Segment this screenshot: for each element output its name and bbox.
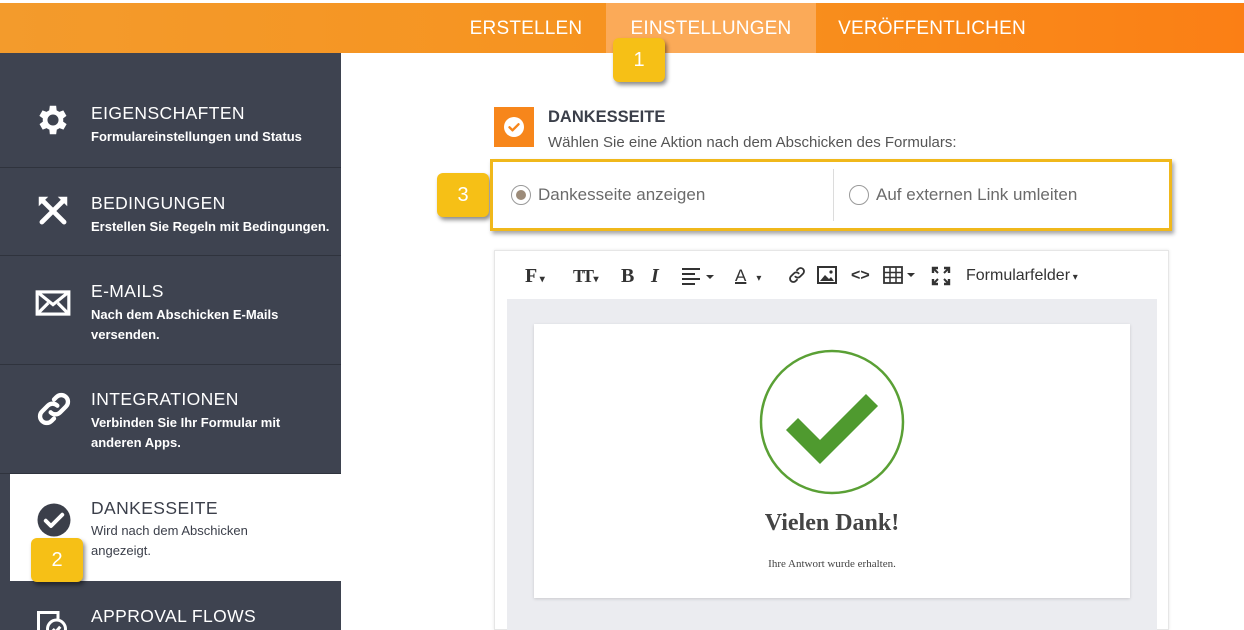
step-badge-2: 2 bbox=[31, 538, 83, 582]
link-icon bbox=[34, 389, 74, 429]
sidebar-item-eigenschaften[interactable]: EIGENSCHAFTEN Formulareinstellungen und … bbox=[0, 53, 341, 168]
check-circle-icon bbox=[36, 502, 76, 542]
sidebar-item-label: INTEGRATIONEN bbox=[91, 389, 239, 409]
radio-button-selected[interactable] bbox=[511, 185, 531, 205]
sidebar-item-bedingungen[interactable]: BEDINGUNGEN Erstellen Sie Regeln mit Bed… bbox=[0, 168, 341, 256]
step-badge-3: 3 bbox=[437, 173, 489, 217]
sidebar-item-label: BEDINGUNGEN bbox=[91, 193, 226, 213]
thankyou-action-options: Dankesseite anzeigen Auf externen Link u… bbox=[490, 159, 1172, 231]
tab-erstellen[interactable]: ERSTELLEN bbox=[460, 3, 592, 53]
sidebar-item-description: Erstellen Sie Regeln mit Bedingungen. bbox=[91, 219, 330, 234]
text-color-button[interactable]: A ▾ bbox=[735, 265, 761, 287]
section-title: DANKESSEITE bbox=[548, 108, 666, 126]
envelope-icon bbox=[34, 284, 74, 324]
fullscreen-icon[interactable] bbox=[931, 266, 951, 288]
editor-content-area[interactable]: Vielen Dank! Ihre Antwort wurde erhalten… bbox=[507, 299, 1157, 630]
sidebar-item-label: EIGENSCHAFTEN bbox=[91, 103, 245, 123]
radio-button[interactable] bbox=[849, 185, 869, 205]
sidebar-item-emails[interactable]: E-MAILS Nach dem Abschicken E-Mails vers… bbox=[0, 256, 341, 365]
code-view-icon[interactable]: <> bbox=[851, 265, 870, 287]
approval-icon bbox=[34, 608, 74, 630]
insert-link-icon[interactable] bbox=[787, 265, 807, 287]
sidebar-item-label: E-MAILS bbox=[91, 281, 164, 301]
sidebar-item-integrationen[interactable]: INTEGRATIONEN Verbinden Sie Ihr Formular… bbox=[0, 365, 341, 474]
editor-toolbar: F ▾ TT ▾ B I A ▾ <> Formularfelder ▾ bbox=[495, 251, 1168, 299]
success-check-icon bbox=[758, 348, 906, 501]
sidebar-item-description: Nach dem Abschicken E-Mails versenden. bbox=[91, 307, 279, 342]
thankyou-title: Vielen Dank! bbox=[764, 510, 900, 536]
bold-button[interactable]: B bbox=[621, 265, 634, 287]
insert-image-icon[interactable] bbox=[817, 266, 837, 288]
sidebar-item-description: Verbinden Sie Ihr Formular mit anderen A… bbox=[91, 415, 281, 450]
step-badge-1: 1 bbox=[613, 38, 665, 82]
sidebar-item-description: Formulareinstellungen und Status bbox=[91, 129, 302, 144]
radio-show-thankyou-page[interactable]: Dankesseite anzeigen bbox=[511, 169, 831, 221]
section-subtitle: Wählen Sie eine Aktion nach dem Abschick… bbox=[548, 134, 957, 151]
gear-icon bbox=[34, 101, 74, 141]
section-check-icon bbox=[494, 107, 534, 147]
font-family-button[interactable]: F ▾ bbox=[525, 265, 545, 287]
form-fields-dropdown[interactable]: Formularfelder ▾ bbox=[966, 265, 1078, 287]
insert-table-icon[interactable] bbox=[883, 266, 917, 288]
tab-veroeffentlichen[interactable]: VERÖFFENTLICHEN bbox=[830, 3, 1034, 53]
rich-text-editor: F ▾ TT ▾ B I A ▾ <> Formularfelder ▾ Vie… bbox=[494, 250, 1169, 630]
italic-button[interactable]: I bbox=[651, 265, 659, 287]
sidebar-item-approval-flows[interactable]: APPROVAL FLOWS bbox=[0, 581, 341, 630]
font-size-button[interactable]: TT ▾ bbox=[573, 265, 599, 287]
sidebar-item-description: Wird nach dem Abschicken angezeigt. bbox=[91, 523, 248, 558]
thankyou-preview-card: Vielen Dank! Ihre Antwort wurde erhalten… bbox=[534, 324, 1130, 598]
radio-redirect-external-link[interactable]: Auf externen Link umleiten bbox=[833, 169, 1163, 221]
sidebar-item-label: APPROVAL FLOWS bbox=[91, 606, 257, 626]
radio-label: Dankesseite anzeigen bbox=[538, 185, 706, 204]
radio-label: Auf externen Link umleiten bbox=[876, 185, 1078, 204]
sidebar-item-label: DANKESSEITE bbox=[91, 498, 218, 518]
conditions-icon bbox=[34, 192, 74, 232]
thankyou-subtitle: Ihre Antwort wurde erhalten. bbox=[768, 558, 896, 570]
align-button[interactable] bbox=[681, 267, 715, 289]
